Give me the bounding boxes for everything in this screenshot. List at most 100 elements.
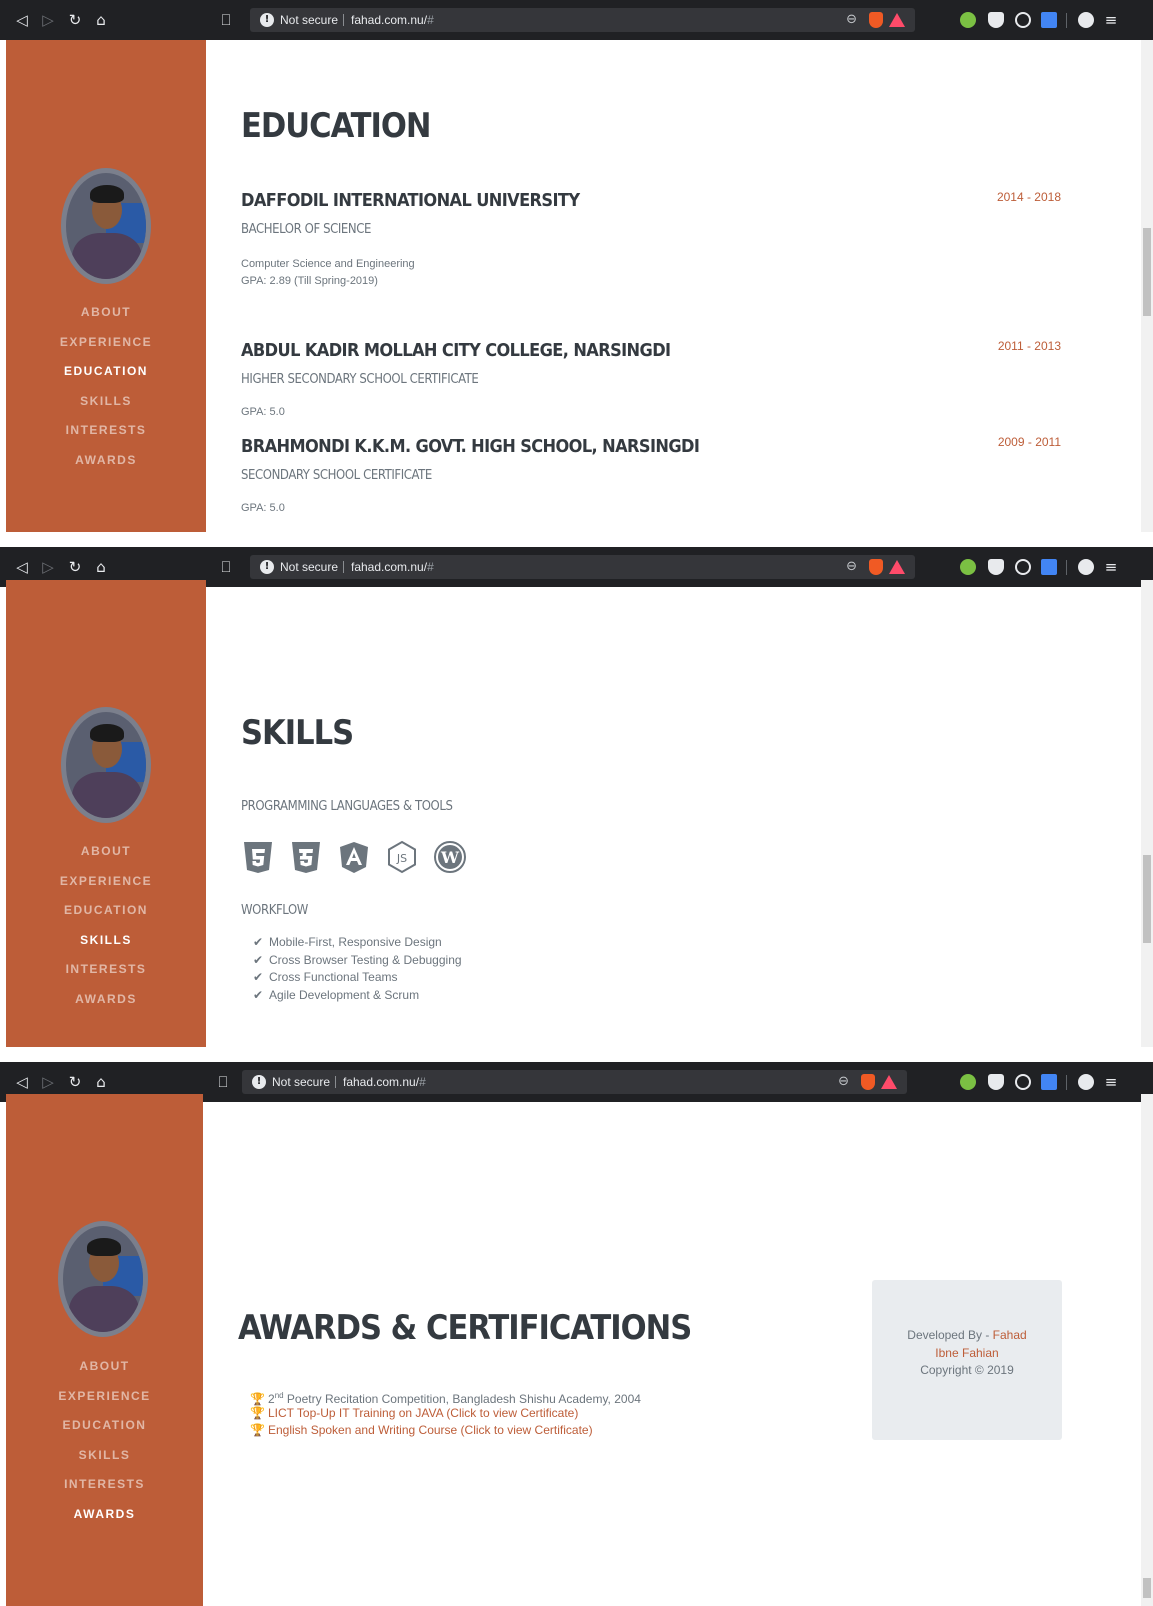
bookmark-icon[interactable]: ⎕ <box>212 1062 234 1102</box>
avatar <box>61 168 151 284</box>
profile-icon[interactable] <box>1078 559 1094 575</box>
bookmark-icon[interactable]: ⎕ <box>215 0 237 40</box>
copyright-text: Copyright © 2019 <box>920 1363 1014 1377</box>
sidebar-item-experience[interactable]: Experience <box>6 1382 203 1412</box>
sidebar-item-awards[interactable]: Awards <box>6 1500 203 1530</box>
menu-icon[interactable]: ≡ <box>1100 1062 1122 1102</box>
home-icon[interactable]: ⌂ <box>90 0 112 40</box>
screenshot-awards: ◁ ▷ ↻ ⌂ ⎕ ! Not secure fahad.com.nu/# ⊖ … <box>0 1062 1153 1606</box>
screenshot-education: ◁ ▷ ↻ ⌂ ⎕ ! Not secure fahad.com.nu/# ⊖ … <box>0 0 1153 532</box>
address-bar[interactable]: ! Not secure fahad.com.nu/# ⊖ <box>242 1070 907 1094</box>
forward-icon[interactable]: ▷ <box>37 0 59 40</box>
sidebar-item-awards[interactable]: Awards <box>6 985 206 1015</box>
scrollbar[interactable] <box>1141 40 1153 532</box>
info-icon[interactable]: ! <box>252 1075 266 1089</box>
html5-icon <box>244 842 272 873</box>
rewards-icon[interactable] <box>881 1075 897 1089</box>
menu-icon[interactable]: ≡ <box>1100 547 1122 587</box>
vpn-extension-icon[interactable] <box>1015 1074 1031 1090</box>
shield-extension-icon[interactable] <box>988 559 1004 575</box>
security-label: Not secure <box>280 13 339 27</box>
back-icon[interactable]: ◁ <box>11 0 33 40</box>
sidebar-nav: About Experience Education Skills Intere… <box>6 298 206 475</box>
sidebar-item-interests[interactable]: Interests <box>6 416 206 446</box>
brave-shield-icon[interactable] <box>869 559 883 575</box>
sidebar-item-education[interactable]: Education <box>6 896 206 926</box>
vpn-extension-icon[interactable] <box>1015 12 1031 28</box>
divider <box>1066 560 1067 575</box>
divider <box>343 14 344 26</box>
address-bar[interactable]: ! Not secure fahad.com.nu/# ⊖ <box>250 8 915 32</box>
browser-toolbar: ◁ ▷ ↻ ⌂ ⎕ ! Not secure fahad.com.nu/# ⊖ … <box>0 0 1153 40</box>
address-bar[interactable]: ! Not secure fahad.com.nu/# ⊖ <box>250 555 915 579</box>
list-item: 🏆 English Spoken and Writing Course (Clic… <box>250 1422 641 1440</box>
sidebar-item-skills[interactable]: Skills <box>6 1441 203 1471</box>
translate-icon[interactable] <box>1041 12 1057 28</box>
reload-icon[interactable]: ↻ <box>64 0 86 40</box>
developer-name[interactable]: Ibne Fahian <box>935 1346 998 1360</box>
scrollbar-thumb[interactable] <box>1143 228 1151 316</box>
info-icon[interactable]: ! <box>260 560 274 574</box>
info-icon[interactable]: ! <box>260 13 274 27</box>
extension-icon[interactable] <box>960 12 976 28</box>
list-item: ✔ Cross Browser Testing & Debugging <box>253 952 462 970</box>
scrollbar[interactable] <box>1141 580 1153 1047</box>
url-text[interactable]: fahad.com.nu/# <box>351 555 434 579</box>
bookmark-icon[interactable]: ⎕ <box>215 547 237 587</box>
css3-icon <box>292 842 320 873</box>
menu-icon[interactable]: ≡ <box>1100 0 1122 40</box>
url-text[interactable]: fahad.com.nu/# <box>343 1070 426 1094</box>
zoom-icon[interactable]: ⊖ <box>838 1070 849 1094</box>
sidebar: About Experience Education Skills Intere… <box>6 580 206 1047</box>
check-icon: ✔ <box>253 970 264 984</box>
sidebar-item-interests[interactable]: Interests <box>6 955 206 985</box>
zoom-icon[interactable]: ⊖ <box>846 555 857 579</box>
vpn-extension-icon[interactable] <box>1015 559 1031 575</box>
sidebar-item-about[interactable]: About <box>6 837 206 867</box>
svg-text:W: W <box>440 848 460 867</box>
footer-box: Developed By - Fahad Ibne Fahian Copyrig… <box>872 1280 1062 1440</box>
sidebar-item-skills[interactable]: Skills <box>6 926 206 956</box>
sidebar-item-skills[interactable]: Skills <box>6 387 206 417</box>
section-heading: AWARDS & CERTIFICATIONS <box>238 1308 692 1348</box>
translate-icon[interactable] <box>1041 1074 1057 1090</box>
sidebar-item-interests[interactable]: Interests <box>6 1470 203 1500</box>
security-label: Not secure <box>272 1075 331 1089</box>
extension-icon[interactable] <box>960 1074 976 1090</box>
sidebar-item-experience[interactable]: Experience <box>6 867 206 897</box>
profile-icon[interactable] <box>1078 1074 1094 1090</box>
education-detail: GPA: 2.89 (Till Spring-2019) <box>241 275 378 287</box>
url-text[interactable]: fahad.com.nu/# <box>351 8 434 32</box>
wordpress-icon: W <box>434 841 466 873</box>
sidebar-item-experience[interactable]: Experience <box>6 328 206 358</box>
shield-extension-icon[interactable] <box>988 1074 1004 1090</box>
scrollbar-thumb[interactable] <box>1143 1578 1151 1598</box>
brave-shield-icon[interactable] <box>861 1074 875 1090</box>
sidebar-item-awards[interactable]: Awards <box>6 446 206 476</box>
translate-icon[interactable] <box>1041 559 1057 575</box>
sidebar-nav: About Experience Education Skills Intere… <box>6 837 206 1014</box>
zoom-icon[interactable]: ⊖ <box>846 8 857 32</box>
screenshot-skills: ◁ ▷ ↻ ⌂ ⎕ ! Not secure fahad.com.nu/# ⊖ … <box>0 547 1153 1047</box>
scrollbar[interactable] <box>1141 1094 1153 1606</box>
sidebar-item-about[interactable]: About <box>6 298 206 328</box>
profile-icon[interactable] <box>1078 12 1094 28</box>
skill-icons: JS W <box>241 840 467 874</box>
education-school: ABDUL KADIR MOLLAH CITY COLLEGE, NARSING… <box>241 340 671 361</box>
shield-extension-icon[interactable] <box>988 12 1004 28</box>
education-degree: SECONDARY SCHOOL CERTIFICATE <box>241 468 432 483</box>
sidebar-item-about[interactable]: About <box>6 1352 203 1382</box>
education-date: 2009 - 2011 <box>997 435 1061 449</box>
sidebar-item-education[interactable]: Education <box>6 357 206 387</box>
education-degree: BACHELOR OF SCIENCE <box>241 222 372 237</box>
certificate-link[interactable]: LICT Top-Up IT Training on JAVA (Click t… <box>268 1406 578 1420</box>
rewards-icon[interactable] <box>889 560 905 574</box>
certificate-link[interactable]: English Spoken and Writing Course (Click… <box>268 1423 593 1437</box>
extension-icon[interactable] <box>960 559 976 575</box>
section-heading: SKILLS <box>241 713 354 753</box>
rewards-icon[interactable] <box>889 13 905 27</box>
brave-shield-icon[interactable] <box>869 12 883 28</box>
developer-name[interactable]: Fahad <box>993 1328 1027 1342</box>
sidebar-item-education[interactable]: Education <box>6 1411 203 1441</box>
scrollbar-thumb[interactable] <box>1143 855 1151 943</box>
